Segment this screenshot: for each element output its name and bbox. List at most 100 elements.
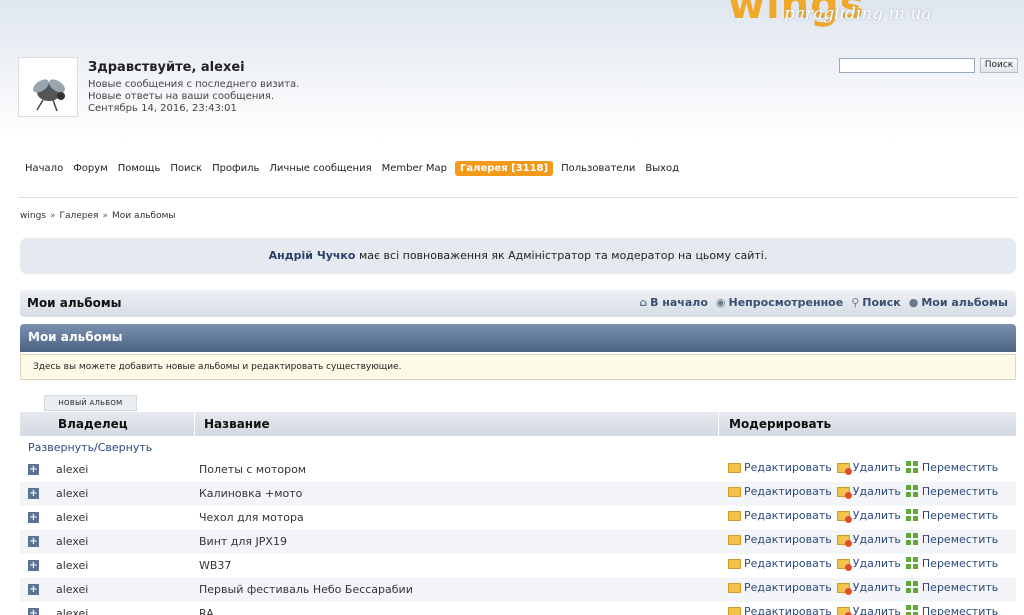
- expand-icon[interactable]: +: [28, 464, 39, 475]
- move-icon: [905, 485, 919, 498]
- row-album-name[interactable]: Первый фестиваль Небо Бессарабии: [199, 583, 413, 596]
- albums-header: Мои альбомы: [20, 324, 1016, 352]
- delete-label: Удалить: [852, 581, 901, 594]
- delete-label: Удалить: [852, 509, 901, 522]
- nav-item-search[interactable]: Поиск: [165, 163, 207, 174]
- link-unseen[interactable]: ◉ Непросмотренное: [716, 296, 843, 309]
- link-my-albums-label: Мои альбомы: [921, 296, 1008, 309]
- edit-action[interactable]: Редактировать: [728, 557, 832, 570]
- nav-item-logout[interactable]: Выход: [640, 163, 684, 174]
- move-icon: [905, 581, 919, 594]
- delete-label: Удалить: [852, 533, 901, 546]
- row-owner: alexei: [56, 511, 89, 524]
- nav-item-member-map[interactable]: Member Map: [377, 163, 452, 174]
- table-row: + alexei Первый фестиваль Небо Бессараби…: [20, 578, 1016, 602]
- user-icon: ●: [908, 296, 919, 309]
- row-actions: Редактировать Удалить Переместить: [728, 461, 998, 475]
- delete-action[interactable]: Удалить: [836, 605, 901, 615]
- move-label: Переместить: [921, 557, 999, 570]
- row-owner: alexei: [56, 487, 89, 500]
- delete-action[interactable]: Удалить: [836, 461, 901, 475]
- admin-name-link[interactable]: Андрій Чучко: [269, 249, 356, 262]
- delete-label: Удалить: [852, 557, 901, 570]
- delete-action[interactable]: Удалить: [836, 557, 901, 571]
- move-action[interactable]: Переместить: [905, 485, 998, 498]
- nav-item-forum[interactable]: Форум: [68, 163, 113, 174]
- edit-label: Редактировать: [744, 605, 832, 615]
- section-title-bar: Мои альбомы ⌂ В начало ◉ Непросмотренное ⚲…: [20, 290, 1016, 317]
- row-album-name[interactable]: Полеты с мотором: [199, 463, 306, 476]
- move-action[interactable]: Переместить: [905, 461, 998, 474]
- delete-icon: [836, 462, 852, 475]
- link-home[interactable]: ⌂ В начало: [639, 296, 708, 309]
- edit-action[interactable]: Редактировать: [728, 509, 832, 522]
- breadcrumb: wings » Галерея » Мои альбомы: [20, 211, 175, 221]
- nav-item-home[interactable]: Начало: [20, 163, 68, 174]
- move-action[interactable]: Переместить: [905, 557, 999, 570]
- row-album-name[interactable]: Чехол для мотора: [199, 511, 304, 524]
- move-icon: [905, 605, 919, 615]
- expand-icon[interactable]: +: [28, 560, 39, 571]
- delete-action[interactable]: Удалить: [836, 485, 901, 499]
- link-search-label: Поиск: [862, 296, 901, 309]
- row-album-name[interactable]: WB37: [199, 559, 231, 572]
- edit-icon: [728, 558, 741, 569]
- table-header: Владелец Название Модерировать: [20, 412, 1016, 436]
- move-action[interactable]: Переместить: [905, 533, 998, 546]
- edit-action[interactable]: Редактировать: [728, 461, 832, 474]
- delete-action[interactable]: Удалить: [836, 509, 901, 523]
- search-button[interactable]: Поиск: [980, 58, 1018, 73]
- row-actions: Редактировать Удалить Переместить: [728, 557, 999, 571]
- row-actions: Редактировать Удалить Переместить: [728, 533, 998, 547]
- move-action[interactable]: Переместить: [905, 509, 999, 522]
- row-album-name[interactable]: Винт для JPX19: [199, 535, 287, 548]
- delete-action[interactable]: Удалить: [836, 581, 901, 595]
- nav-item-help[interactable]: Помощь: [113, 163, 166, 174]
- nav-item-messages[interactable]: Личные сообщения: [264, 163, 376, 174]
- row-album-name[interactable]: Калиновка +мото: [199, 487, 302, 500]
- edit-action[interactable]: Редактировать: [728, 485, 832, 498]
- eye-icon: ◉: [715, 296, 726, 309]
- delete-icon: [836, 558, 852, 571]
- new-messages-link[interactable]: Новые сообщения с последнего визита.: [88, 79, 299, 91]
- link-home-label: В начало: [650, 296, 708, 309]
- move-label: Переместить: [921, 605, 999, 615]
- divider: [18, 197, 1018, 198]
- greeting-title: Здравствуйте, alexei: [88, 60, 245, 75]
- expand-icon[interactable]: +: [28, 536, 39, 547]
- nav-item-members[interactable]: Пользователи: [556, 163, 640, 174]
- site-logo[interactable]: wings paragliding in ua: [722, 0, 982, 42]
- nav-item-gallery[interactable]: Галерея [3118]: [455, 161, 554, 176]
- row-album-name[interactable]: RA: [199, 607, 214, 615]
- new-album-button[interactable]: НОВЫЙ АЛЬБОМ: [44, 395, 137, 411]
- edit-action[interactable]: Редактировать: [728, 581, 832, 594]
- edit-action[interactable]: Редактировать: [728, 605, 832, 615]
- column-divider: [718, 412, 719, 436]
- nav-item-profile[interactable]: Профиль: [207, 163, 264, 174]
- breadcrumb-current[interactable]: Мои альбомы: [112, 211, 176, 221]
- table-row: + alexei WB37 Редактировать Удалить Пере…: [20, 554, 1016, 578]
- expand-collapse-link[interactable]: Развернуть/Свернуть: [28, 441, 152, 454]
- edit-action[interactable]: Редактировать: [728, 533, 832, 546]
- albums-header-title: Мои альбомы: [28, 330, 123, 344]
- move-label: Переместить: [921, 509, 999, 522]
- new-replies-link[interactable]: Новые ответы на ваши сообщения.: [88, 91, 299, 103]
- expand-icon[interactable]: +: [28, 512, 39, 523]
- delete-icon: [836, 606, 852, 615]
- link-search[interactable]: ⚲ Поиск: [851, 296, 901, 309]
- expand-icon[interactable]: +: [28, 608, 39, 615]
- expand-icon[interactable]: +: [28, 584, 39, 595]
- breadcrumb-home[interactable]: wings: [20, 211, 46, 221]
- breadcrumb-gallery[interactable]: Галерея: [59, 211, 98, 221]
- link-my-albums[interactable]: ● Мои альбомы: [909, 296, 1008, 309]
- row-actions: Редактировать Удалить Переместить: [728, 485, 998, 499]
- edit-label: Редактировать: [744, 509, 832, 522]
- delete-action[interactable]: Удалить: [836, 533, 901, 547]
- search-input[interactable]: [839, 58, 975, 73]
- table-row: + alexei Чехол для мотора Редактировать …: [20, 506, 1016, 530]
- admin-notice: Андрій Чучко має всі повноваження як Адм…: [20, 238, 1016, 274]
- move-action[interactable]: Переместить: [905, 581, 998, 594]
- move-icon: [905, 509, 919, 522]
- expand-icon[interactable]: +: [28, 488, 39, 499]
- move-action[interactable]: Переместить: [905, 605, 999, 615]
